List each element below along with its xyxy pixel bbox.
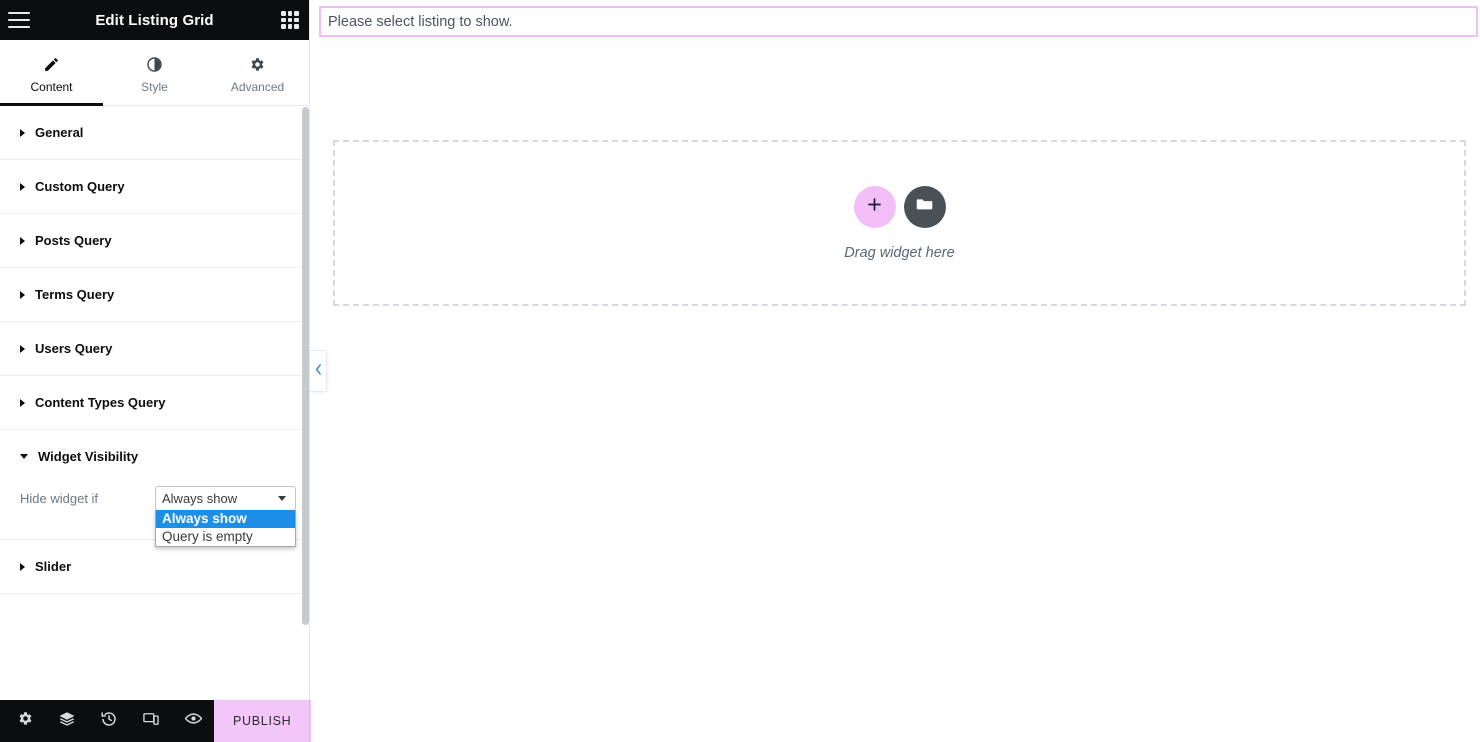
- hamburger-menu-icon[interactable]: [8, 11, 30, 29]
- section-slider-header[interactable]: Slider: [20, 540, 289, 593]
- widget-visibility-body: Hide widget if Always show Always show Q…: [20, 483, 296, 547]
- tab-advanced[interactable]: Advanced: [206, 40, 309, 105]
- tab-style[interactable]: Style: [103, 40, 206, 105]
- section-content-types-query-header[interactable]: Content Types Query: [20, 376, 289, 429]
- panel-sections: General Custom Query Posts Query Terms Q…: [0, 106, 309, 742]
- chevron-right-icon: [20, 398, 25, 407]
- layers-icon: [58, 710, 76, 733]
- panel-header: Edit Listing Grid: [0, 0, 309, 40]
- widget-dropzone[interactable]: Drag widget here: [333, 140, 1466, 306]
- section-custom-query-label: Custom Query: [35, 179, 125, 194]
- section-posts-query-header[interactable]: Posts Query: [20, 214, 289, 267]
- section-users-query: Users Query: [0, 322, 309, 376]
- hide-widget-if-options: Always show Query is empty: [155, 509, 296, 547]
- section-users-query-header[interactable]: Users Query: [20, 322, 289, 375]
- section-posts-query: Posts Query: [0, 214, 309, 268]
- section-content-types-query-label: Content Types Query: [35, 395, 166, 410]
- canvas-notice-text: Please select listing to show.: [328, 13, 513, 30]
- section-slider-label: Slider: [35, 559, 72, 574]
- dropzone-label: Drag widget here: [844, 244, 955, 261]
- publish-button[interactable]: PUBLISH: [214, 700, 309, 742]
- section-general-label: General: [35, 125, 84, 140]
- tab-style-label: Style: [141, 79, 168, 94]
- section-widget-visibility-label: Widget Visibility: [38, 449, 139, 464]
- responsive-icon: [142, 710, 160, 733]
- pencil-icon: [43, 56, 60, 73]
- settings-button[interactable]: [4, 700, 46, 742]
- section-slider: Slider: [0, 540, 309, 594]
- option-always-show[interactable]: Always show: [156, 509, 295, 528]
- responsive-mode-button[interactable]: [130, 700, 172, 742]
- chevron-right-icon: [20, 562, 25, 571]
- history-button[interactable]: [88, 700, 130, 742]
- section-posts-query-label: Posts Query: [35, 233, 112, 248]
- hide-widget-if-value: Always show: [162, 490, 238, 506]
- chevron-right-icon: [20, 290, 25, 299]
- chevron-right-icon: [20, 182, 25, 191]
- hide-widget-if-select-wrap: Always show Always show Query is empty: [155, 485, 296, 547]
- dropzone-buttons: [853, 185, 946, 228]
- editor-canvas: Please select listing to show. Drag widg…: [311, 0, 1480, 742]
- footer-tools: [0, 700, 214, 742]
- elementor-editor: Edit Listing Grid Content Style Advanced…: [0, 0, 1480, 742]
- panel-footer: PUBLISH: [0, 700, 350, 742]
- chevron-left-icon: [315, 362, 322, 380]
- section-general-header[interactable]: General: [20, 106, 289, 159]
- section-terms-query-label: Terms Query: [35, 287, 115, 302]
- chevron-right-icon: [20, 344, 25, 353]
- widgets-grid-icon[interactable]: [281, 11, 299, 29]
- folder-icon: [915, 195, 934, 219]
- preview-changes-button[interactable]: [172, 700, 214, 742]
- panel-scrollbar[interactable]: [302, 107, 309, 736]
- tab-content-label: Content: [30, 79, 73, 94]
- section-general: General: [0, 106, 309, 160]
- chevron-down-icon: [20, 454, 28, 459]
- gear-icon: [249, 56, 266, 73]
- hide-widget-if-select[interactable]: Always show: [155, 485, 296, 511]
- contrast-icon: [146, 56, 163, 73]
- canvas-notice: Please select listing to show.: [319, 6, 1478, 37]
- hide-widget-if-label: Hide widget if: [20, 490, 99, 506]
- history-icon: [100, 710, 118, 733]
- tab-content[interactable]: Content: [0, 40, 103, 106]
- hide-widget-if-row: Hide widget if Always show Always show Q…: [20, 483, 296, 547]
- editor-panel: Edit Listing Grid Content Style Advanced…: [0, 0, 350, 742]
- add-template-button[interactable]: [903, 185, 946, 228]
- plus-icon: [866, 196, 883, 218]
- section-custom-query-header[interactable]: Custom Query: [20, 160, 289, 213]
- gear-icon: [17, 710, 34, 732]
- section-terms-query: Terms Query: [0, 268, 309, 322]
- tab-advanced-label: Advanced: [230, 79, 285, 94]
- chevron-right-icon: [20, 236, 25, 245]
- navigator-button[interactable]: [46, 700, 88, 742]
- chevron-right-icon: [20, 128, 25, 137]
- section-custom-query: Custom Query: [0, 160, 309, 214]
- section-terms-query-header[interactable]: Terms Query: [20, 268, 289, 321]
- eye-icon: [184, 709, 203, 733]
- option-query-is-empty[interactable]: Query is empty: [156, 528, 295, 546]
- panel-collapse-button[interactable]: [310, 350, 327, 392]
- add-widget-button[interactable]: [853, 185, 896, 228]
- section-users-query-label: Users Query: [35, 341, 113, 356]
- section-widget-visibility: Widget Visibility Hide widget if Always …: [0, 430, 309, 547]
- panel-scrollbar-thumb[interactable]: [302, 107, 309, 625]
- panel-tabs: Content Style Advanced: [0, 40, 309, 106]
- page-title: Edit Listing Grid: [95, 11, 214, 29]
- section-widget-visibility-header[interactable]: Widget Visibility: [20, 430, 289, 483]
- section-content-types-query: Content Types Query: [0, 376, 309, 430]
- chevron-down-icon: [278, 495, 286, 501]
